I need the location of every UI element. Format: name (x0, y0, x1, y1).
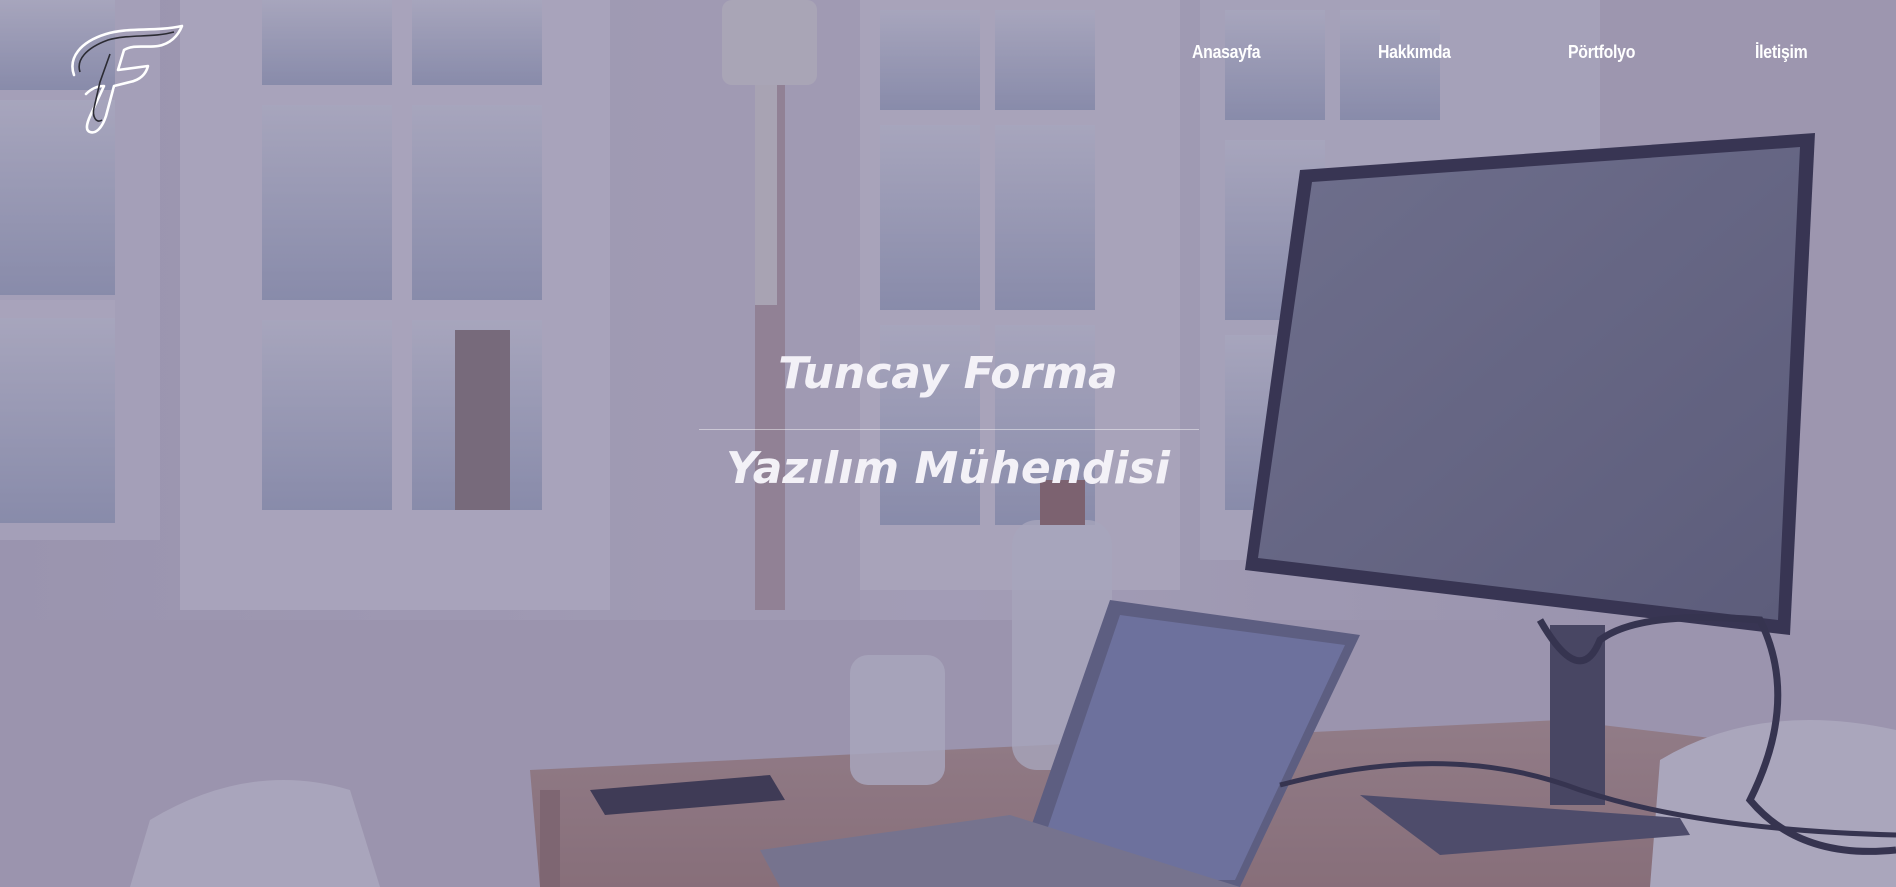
nav-link-about[interactable]: Hakkımda (1378, 42, 1451, 63)
hero-divider (699, 429, 1199, 430)
nav-link-portfolio[interactable]: Pörtfolyo (1568, 42, 1635, 63)
hero-role: Yazılım Mühendisi (726, 443, 1170, 494)
f-logo-icon (71, 24, 184, 134)
site-logo[interactable] (66, 20, 186, 138)
nav-link-contact[interactable]: İletişim (1755, 42, 1808, 63)
hero-name: Tuncay Forma (778, 348, 1118, 399)
main-nav: Anasayfa Hakkımda Pörtfolyo İletişim (0, 42, 1896, 72)
nav-link-home[interactable]: Anasayfa (1192, 42, 1261, 63)
